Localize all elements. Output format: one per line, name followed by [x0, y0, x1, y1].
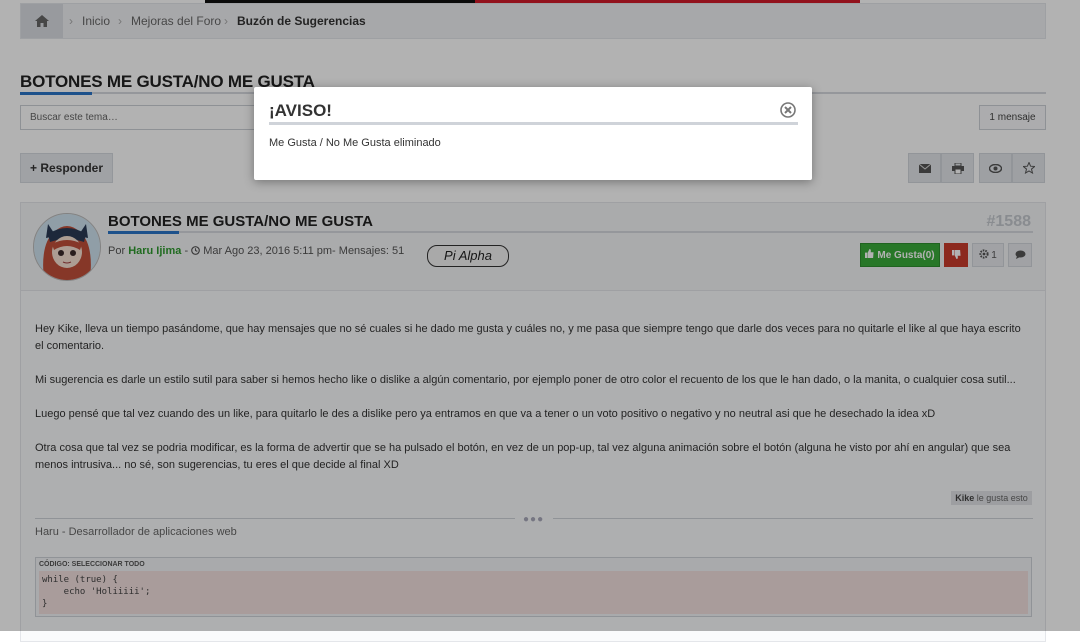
- forum-page: › Inicio › Mejoras del Foro › Buzón de S…: [0, 0, 1080, 642]
- dialog-message: Me Gusta / No Me Gusta eliminado: [269, 137, 441, 149]
- alert-dialog: ¡AVISO! Me Gusta / No Me Gusta eliminado: [254, 87, 812, 180]
- dialog-title: ¡AVISO!: [269, 101, 332, 120]
- dialog-divider: [269, 122, 798, 125]
- close-icon[interactable]: [780, 102, 796, 118]
